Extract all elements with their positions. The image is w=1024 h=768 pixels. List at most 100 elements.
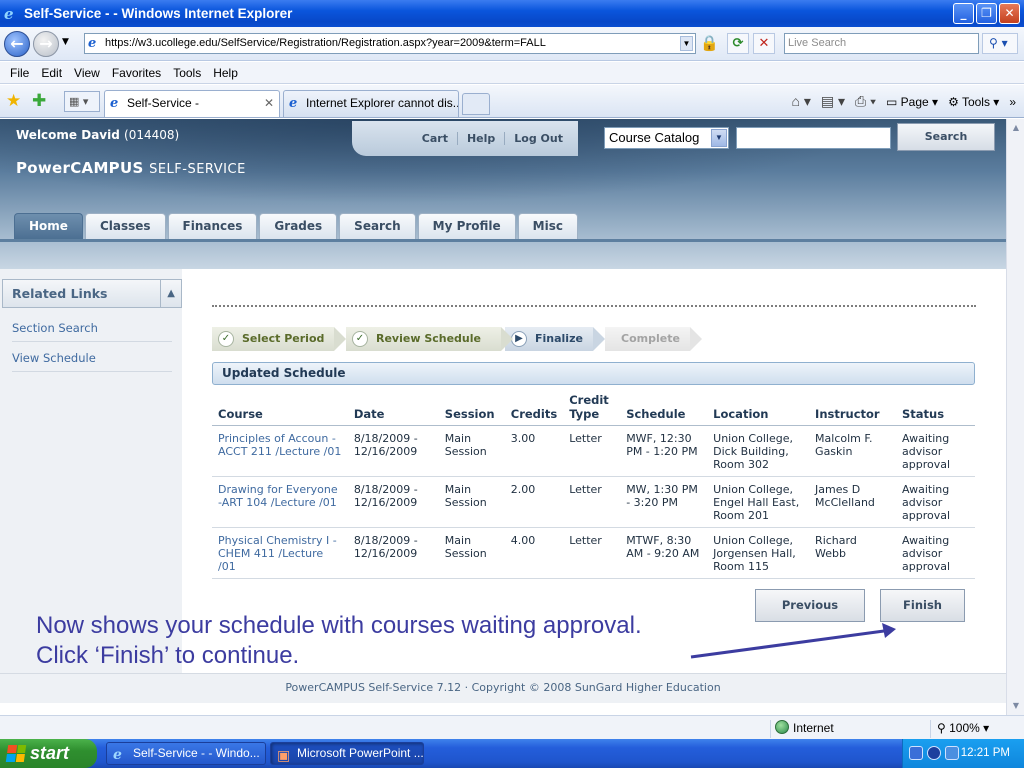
col-date: Date <box>347 393 439 426</box>
powerpoint-icon: ▣ <box>277 747 291 763</box>
catalog-search-button[interactable]: Search <box>897 123 995 151</box>
command-bar: ⌂ ▾ ▤ ▾ ⎙ ▾ ▭ Page ▾ ⚙ Tools ▾ » <box>791 93 1016 110</box>
browser-status-bar: Internet ⚲ 100% ▾ <box>0 715 1024 739</box>
feeds-icon[interactable]: ▤ ▾ <box>821 93 845 110</box>
menu-view[interactable]: View <box>74 66 100 80</box>
menu-edit[interactable]: Edit <box>41 66 62 80</box>
chevron-right-icon[interactable]: » <box>1009 95 1016 109</box>
catalog-select[interactable]: Course Catalog ▼ <box>604 127 729 149</box>
annotation-line-2: Click ‘Finish’ to continue. <box>36 642 300 669</box>
col-schedule: Schedule <box>620 393 708 426</box>
sidebar-link-view-schedule[interactable]: View Schedule <box>12 351 172 372</box>
catalog-search-input[interactable] <box>736 127 891 149</box>
finish-button[interactable]: Finish <box>880 589 965 622</box>
check-icon: ✓ <box>352 331 368 347</box>
schedule-table: Course Date Session Credits Credit Type … <box>212 393 975 579</box>
tools-menu[interactable]: ⚙ Tools ▾ <box>948 95 999 109</box>
browser-tab-label: Internet Explorer cannot dis... <box>306 96 459 110</box>
course-link[interactable]: Drawing for Everyone -ART 104 /Lecture /… <box>212 476 348 528</box>
tab-misc[interactable]: Misc <box>517 213 578 239</box>
close-icon[interactable]: ✕ <box>999 3 1020 24</box>
tab-search[interactable]: Search <box>339 213 416 239</box>
browser-tab-error[interactable]: e Internet Explorer cannot dis... <box>283 90 459 117</box>
play-icon: ▶ <box>511 331 527 347</box>
add-favorite-icon[interactable]: ✚ <box>32 91 46 111</box>
network-icon[interactable] <box>927 746 941 760</box>
print-icon[interactable]: ⎙ ▾ <box>855 93 876 110</box>
course-link[interactable]: Physical Chemistry I -CHEM 411 /Lecture … <box>212 527 348 579</box>
tab-close-icon[interactable]: ✕ <box>264 91 274 116</box>
quick-tabs-icon[interactable]: ▦ ▾ <box>64 91 100 112</box>
refresh-icon[interactable]: ⟳ <box>727 33 749 54</box>
status-cell: Awaiting advisor approval <box>896 527 975 579</box>
table-row: Drawing for Everyone -ART 104 /Lecture /… <box>212 476 975 528</box>
session-cell: Main Session <box>438 425 505 477</box>
new-tab-button[interactable] <box>462 93 490 115</box>
cart-link[interactable]: Cart <box>413 132 457 145</box>
collapse-icon[interactable]: ▲ <box>160 280 175 307</box>
logout-link[interactable]: Log Out <box>504 132 572 145</box>
credits-cell: 2.00 <box>504 476 564 528</box>
page-menu[interactable]: ▭ Page ▾ <box>886 95 938 109</box>
scroll-up-icon[interactable]: ▲ <box>1009 121 1023 135</box>
taskbar-item-powerpoint[interactable]: ▣ Microsoft PowerPoint ... <box>270 742 424 765</box>
instructor-cell: Richard Webb <box>809 527 897 579</box>
site-header: Welcome David (014408) PowerCAMPUS SELF-… <box>0 119 1006 269</box>
ie-logo-icon: e <box>4 4 14 23</box>
address-dropdown-icon[interactable]: ▼ <box>680 36 693 51</box>
ie-icon: e <box>113 747 122 763</box>
tab-home[interactable]: Home <box>14 213 83 239</box>
window-title: Self-Service - - Windows Internet Explor… <box>24 6 293 21</box>
site-nav-tabs: Home Classes Finances Grades Search My P… <box>14 213 578 239</box>
clock[interactable]: 12:21 PM <box>961 739 1010 768</box>
start-button[interactable]: start <box>0 739 97 768</box>
monitor-icon[interactable] <box>945 746 959 760</box>
menu-bar: File Edit View Favorites Tools Help <box>0 62 1024 84</box>
step-select-period: ✓ Select Period <box>212 327 346 351</box>
back-button[interactable]: ← <box>4 31 30 57</box>
stop-icon[interactable]: ✕ <box>753 33 775 54</box>
tab-classes[interactable]: Classes <box>84 213 166 239</box>
tab-grades[interactable]: Grades <box>259 213 338 239</box>
zoom-control[interactable]: ⚲ 100% ▾ <box>930 720 1020 738</box>
site-brand: PowerCAMPUS SELF-SERVICE <box>16 159 246 177</box>
schedule-cell: MTWF, 8:30 AM - 9:20 AM <box>620 527 708 579</box>
menu-help[interactable]: Help <box>213 66 238 80</box>
favorites-star-icon[interactable]: ★ <box>6 91 21 111</box>
scroll-down-icon[interactable]: ▼ <box>1009 699 1023 713</box>
date-cell: 8/18/2009 - 12/16/2009 <box>347 527 439 579</box>
forward-button[interactable]: → <box>33 31 59 57</box>
menu-file[interactable]: File <box>10 66 29 80</box>
help-link[interactable]: Help <box>456 132 504 145</box>
previous-button[interactable]: Previous <box>755 589 865 622</box>
security-zone: Internet <box>770 720 920 738</box>
schedule-cell: MWF, 12:30 PM - 1:20 PM <box>620 425 708 477</box>
menu-favorites[interactable]: Favorites <box>112 66 161 80</box>
col-session: Session <box>438 393 505 426</box>
step-finalize: ▶ Finalize <box>505 327 605 351</box>
step-complete: Complete <box>605 327 702 351</box>
history-dropdown-icon[interactable]: ▼ <box>62 37 69 47</box>
tray-chevron-icon[interactable] <box>909 746 923 760</box>
restore-icon[interactable]: ❐ <box>976 3 997 24</box>
search-icon[interactable]: ⚲ ▾ <box>982 33 1018 54</box>
lock-icon[interactable]: 🔒 <box>700 34 719 54</box>
taskbar-item-ie[interactable]: e Self-Service - - Windo... <box>106 742 266 765</box>
sidebar-link-section-search[interactable]: Section Search <box>12 321 172 342</box>
student-id: (014408) <box>124 128 180 142</box>
tab-my-profile[interactable]: My Profile <box>417 213 516 239</box>
menu-tools[interactable]: Tools <box>173 66 201 80</box>
instructor-cell: Malcolm F. Gaskin <box>809 425 897 477</box>
course-link[interactable]: Principles of Accoun - ACCT 211 /Lecture… <box>212 425 348 477</box>
home-icon[interactable]: ⌂ ▾ <box>791 93 810 110</box>
check-icon: ✓ <box>218 331 234 347</box>
browser-tab-self-service[interactable]: e Self-Service - ✕ <box>104 90 280 117</box>
status-cell: Awaiting advisor approval <box>896 476 975 528</box>
session-cell: Main Session <box>438 527 505 579</box>
tab-finances[interactable]: Finances <box>167 213 258 239</box>
address-input[interactable]: e https://w3.ucollege.edu/SelfService/Re… <box>84 33 696 54</box>
minimize-icon[interactable]: _ <box>953 3 974 24</box>
live-search-input[interactable]: Live Search <box>784 33 979 54</box>
vertical-scrollbar[interactable]: ▲ ▼ <box>1006 119 1024 715</box>
welcome-text: Welcome David (014408) <box>16 128 180 142</box>
